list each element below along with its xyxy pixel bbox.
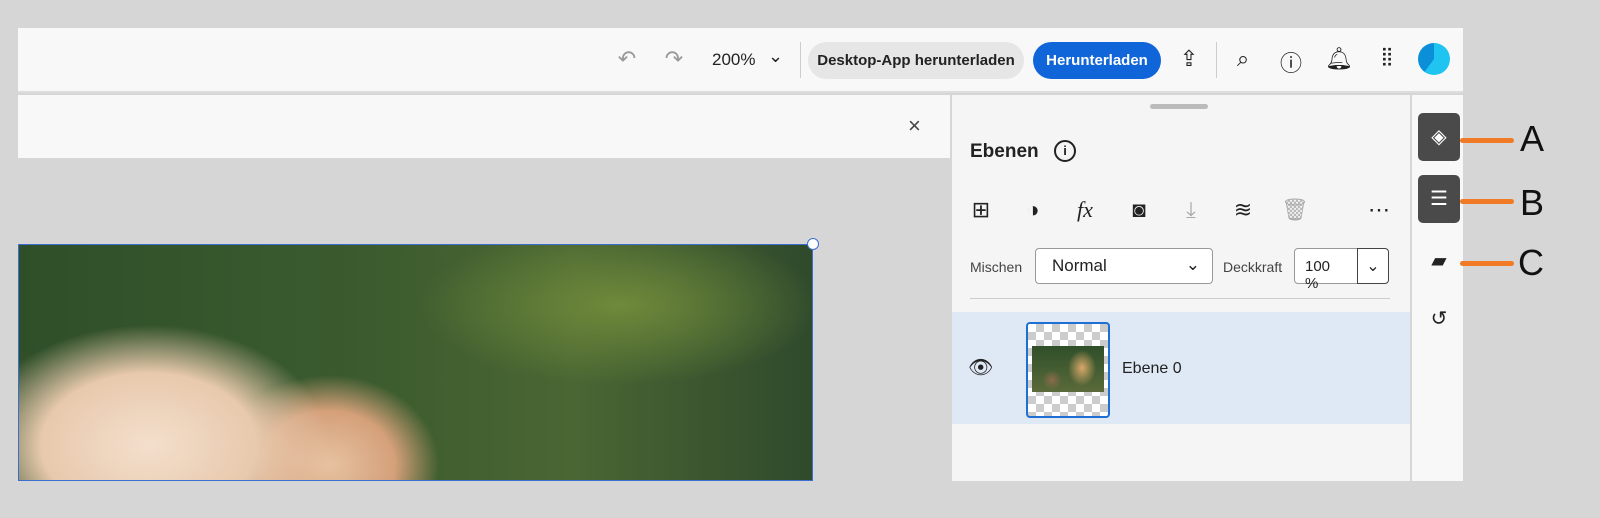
right-rail: ◈ ☰ ▰ ↺ (1412, 95, 1463, 481)
info-icon[interactable]: i (1054, 140, 1076, 162)
help-icon[interactable]: ⓘ (1276, 46, 1306, 78)
download-button[interactable]: Herunterladen (1033, 42, 1161, 79)
annotation-a: A (1520, 118, 1545, 159)
undo-icon[interactable]: ↶ (612, 46, 642, 72)
mask-icon[interactable]: ◙ (1124, 197, 1154, 223)
redo-icon[interactable]: ↷ (659, 46, 689, 72)
close-icon[interactable]: × (908, 113, 921, 139)
zoom-level[interactable]: 200% (712, 50, 755, 70)
apps-grid-icon[interactable]: ⣿ (1371, 46, 1401, 67)
add-layer-icon[interactable]: ⊞ (966, 197, 996, 223)
canvas-image[interactable] (18, 244, 813, 481)
chevron-down-icon: ⌄ (1185, 255, 1200, 274)
clip-layer-icon[interactable]: ⤓ (1176, 197, 1206, 223)
eye-icon[interactable]: 👁︎ (968, 355, 993, 380)
history-icon[interactable]: ↺ (1418, 295, 1460, 343)
more-icon[interactable]: ⋯ (1364, 197, 1394, 223)
opacity-dropdown-button[interactable]: ⌄ (1357, 248, 1389, 284)
adjustment-layer-icon[interactable]: ◑ (1018, 197, 1048, 223)
layers-icon[interactable]: ◈ (1418, 113, 1460, 161)
annotation-line-a (1460, 138, 1514, 143)
share-icon[interactable]: ⇪ (1174, 46, 1204, 72)
layers-panel: Ebenen i ⊞ ◑ fx ◙ ⤓ ≋ 🗑︎ ⋯ Mischen Norma… (952, 95, 1410, 481)
layer-name: Ebene 0 (1122, 360, 1182, 377)
annotation-line-b (1460, 199, 1514, 204)
panel-title: Ebenen (970, 141, 1039, 162)
panel-drag-handle[interactable] (1150, 104, 1208, 109)
download-desktop-app-button[interactable]: Desktop-App herunterladen (808, 42, 1024, 79)
options-bar: × (18, 95, 950, 158)
layer-thumbnail[interactable] (1026, 322, 1110, 418)
search-icon[interactable]: ⌕ (1228, 46, 1258, 72)
transform-handle[interactable] (807, 238, 819, 250)
bell-icon[interactable]: 🔔︎ (1324, 46, 1354, 72)
annotation-b: B (1520, 182, 1545, 223)
blend-mode-select[interactable]: Normal ⌄ (1035, 248, 1213, 284)
opacity-input[interactable]: 100 % (1294, 248, 1358, 292)
layer-row[interactable]: 👁︎ Ebene 0 (952, 312, 1410, 424)
chevron-down-icon[interactable]: ⌄ (768, 46, 783, 67)
adjustments-icon[interactable]: ☰ (1418, 175, 1460, 223)
blend-value: Normal (1052, 256, 1107, 275)
comment-icon[interactable]: ▰ (1418, 237, 1460, 285)
annotation-line-c (1460, 261, 1514, 266)
avatar[interactable] (1418, 43, 1450, 75)
blend-label: Mischen (970, 259, 1023, 275)
opacity-label: Deckkraft (1223, 259, 1283, 275)
fx-icon[interactable]: fx (1070, 197, 1100, 223)
top-toolbar: ↶ ↷ 200% ⌄ Desktop-App herunterladen Her… (18, 28, 1463, 93)
annotation-c: C (1518, 242, 1544, 283)
layer-stack-icon[interactable]: ≋ (1228, 197, 1258, 223)
divider (970, 298, 1390, 299)
trash-icon[interactable]: 🗑︎ (1280, 197, 1310, 223)
